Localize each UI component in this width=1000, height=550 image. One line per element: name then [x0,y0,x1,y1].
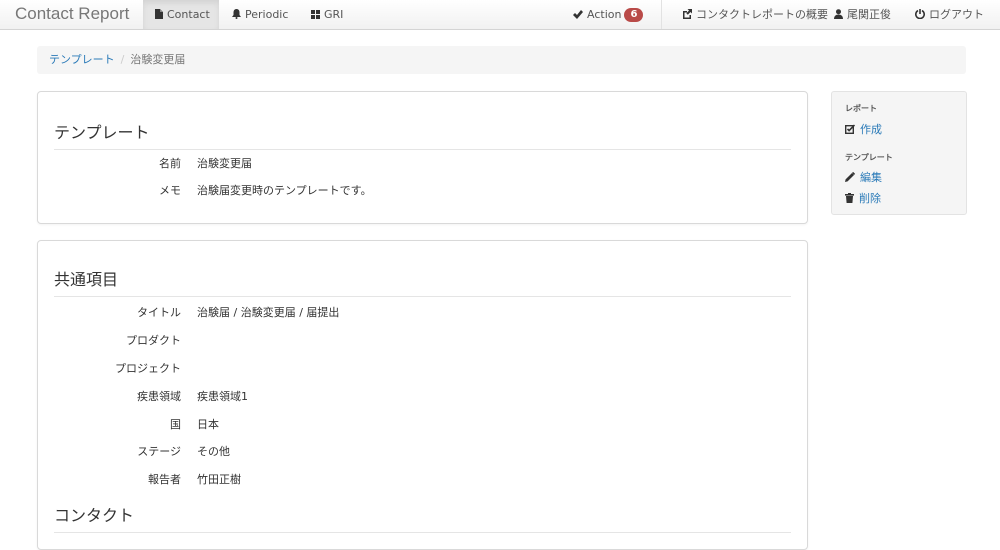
common-value-disease-area: 疾患領域1 [197,390,248,403]
brand-logo[interactable]: Contact Report [15,4,129,24]
tab-periodic[interactable]: Periodic [232,0,288,29]
common-label-project: プロジェクト [115,362,181,375]
edit-template-label: 編集 [860,171,882,184]
template-panel-title: テンプレート [54,119,791,150]
delete-template-label: 削除 [859,192,881,205]
pencil-icon [845,171,856,185]
user-name: 尾関正俊 [847,8,891,21]
template-memo-value: 治験届変更時のテンプレートです。 [197,184,372,197]
top-navbar: Contact Report Contact Periodic GRI Acti… [0,0,1000,30]
grid-icon [311,1,320,30]
template-name-label: 名前 [159,157,181,170]
common-value-country: 日本 [197,418,219,431]
trash-icon [845,192,854,206]
action-menu[interactable]: Action 6 [573,0,644,30]
template-name-value: 治験変更届 [197,157,252,170]
edit-check-icon [844,123,856,137]
common-label-product: プロダクト [126,334,181,347]
common-items-panel: 共通項目 タイトル 治験届 / 治験変更届 / 届提出 プロダクト プロジェクト… [37,240,808,550]
tab-gri[interactable]: GRI [311,0,343,29]
user-menu[interactable]: 尾関正俊 [834,0,891,29]
breadcrumb-current: 治験変更届 [130,53,186,66]
contact-section-title: コンタクト [54,502,791,533]
tab-periodic-label: Periodic [245,8,289,21]
common-label-stage: ステージ [137,445,181,458]
create-report-link[interactable]: 作成 [844,121,882,137]
common-value-stage: その他 [197,445,230,458]
common-value-title: 治験届 / 治験変更届 / 届提出 [197,306,340,319]
common-items-title: 共通項目 [54,266,791,297]
actions-sidebar: レポート 作成 テンプレート 編集 削除 [831,91,967,215]
file-icon [155,1,163,30]
user-icon [834,1,843,30]
common-label-title: タイトル [137,306,181,319]
power-icon [915,1,925,30]
action-count-badge: 6 [624,8,644,22]
common-label-country: 国 [170,418,181,431]
logout-link[interactable]: ログアウト [915,0,984,29]
template-panel: テンプレート 名前 治験変更届 メモ 治験届変更時のテンプレートです。 [37,91,808,224]
tab-contact-label: Contact [167,8,210,21]
edit-template-link[interactable]: 編集 [845,169,882,185]
report-heading: レポート [845,104,877,113]
common-label-reporter: 報告者 [148,473,181,486]
breadcrumb-template-link[interactable]: テンプレート [49,53,115,66]
breadcrumb-separator: / [120,53,125,66]
navbar-divider [661,0,662,29]
delete-template-link[interactable]: 削除 [845,190,881,206]
check-icon [573,1,583,30]
create-report-label: 作成 [860,123,882,136]
common-label-disease-area: 疾患領域 [137,390,181,403]
overview-label: コンタクトレポートの概要 [696,8,828,21]
bell-icon [232,1,241,30]
logout-label: ログアウト [929,8,984,21]
template-heading: テンプレート [845,153,893,162]
breadcrumb: テンプレート / 治験変更届 [37,46,966,74]
external-link-icon [682,1,692,30]
tab-contact[interactable]: Contact [143,0,219,29]
common-value-reporter: 竹田正樹 [197,473,241,486]
action-label: Action [587,8,622,21]
template-memo-label: メモ [159,184,181,197]
overview-link[interactable]: コンタクトレポートの概要 [682,0,828,29]
tab-gri-label: GRI [324,8,344,21]
